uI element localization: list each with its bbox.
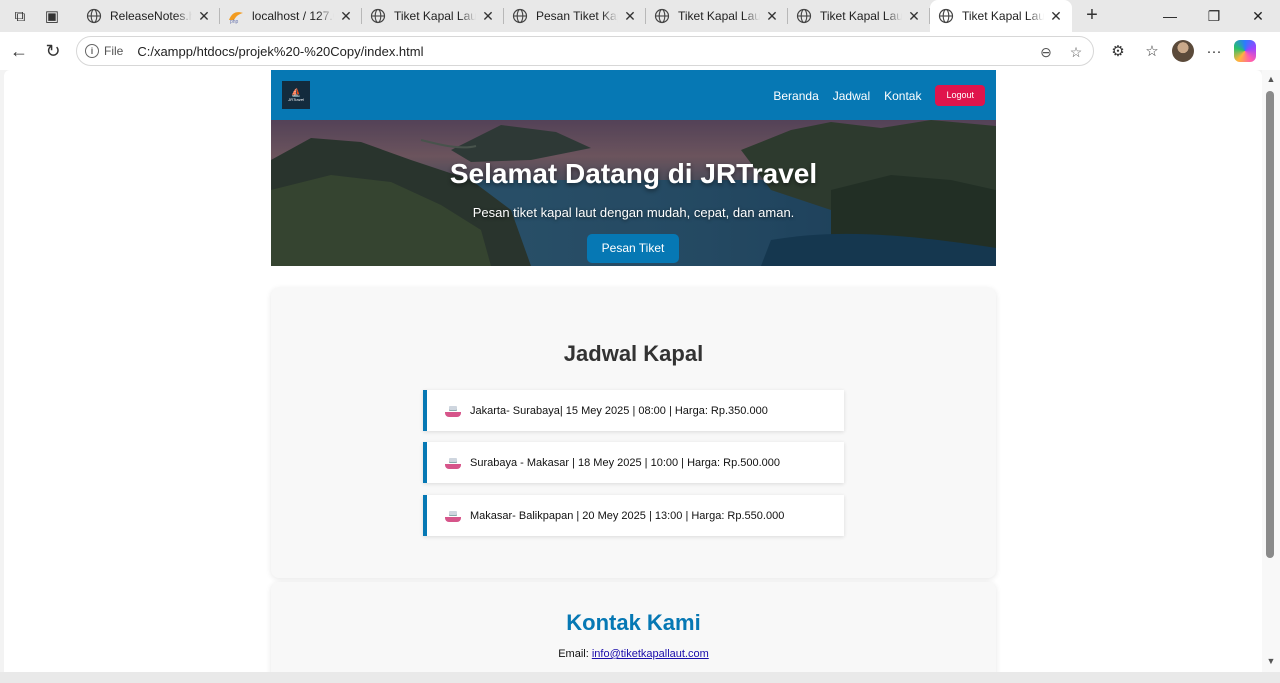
tab-title: Tiket Kapal Laut - xyxy=(678,9,760,23)
close-tab-icon[interactable]: ✕ xyxy=(906,8,922,25)
nav-link-schedule[interactable]: Jadwal xyxy=(833,89,870,103)
close-tab-icon[interactable]: ✕ xyxy=(622,8,638,25)
scroll-down-arrow-icon[interactable]: ▼ xyxy=(1265,656,1277,668)
globe-icon xyxy=(370,8,386,24)
copilot-icon[interactable] xyxy=(1234,40,1256,62)
ship-icon xyxy=(445,405,461,417)
tab-strip: ReleaseNotes.htm ✕ php localhost / 127.0… xyxy=(78,0,1072,32)
email-link[interactable]: info@tiketkapallaut.com xyxy=(592,648,709,660)
hero-subtitle: Pesan tiket kapal laut dengan mudah, cep… xyxy=(472,205,795,220)
contact-email-line: Email: info@tiketkapallaut.com xyxy=(271,648,996,660)
schedule-item: Jakarta- Surabaya| 15 Mey 2025 | 08:00 |… xyxy=(423,390,844,431)
globe-icon xyxy=(796,8,812,24)
workspaces-icon[interactable]: ⧉ xyxy=(6,4,34,28)
refresh-icon[interactable]: ↻ xyxy=(39,37,67,65)
restore-icon[interactable]: ❐ xyxy=(1192,0,1236,32)
browser-tab-active[interactable]: Tiket Kapal Laut - ✕ xyxy=(930,0,1072,32)
close-window-icon[interactable]: ✕ xyxy=(1236,0,1280,32)
schedule-item: Makasar- Balikpapan | 20 Mey 2025 | 13:0… xyxy=(423,495,844,536)
scheme-label: File xyxy=(104,44,124,58)
schedule-section: Jadwal Kapal Jakarta- Surabaya| 15 Mey 2… xyxy=(271,288,996,578)
nav-link-contact[interactable]: Kontak xyxy=(884,89,921,103)
tab-title: Pesan Tiket Kapal xyxy=(536,9,618,23)
url-text[interactable]: C:/xampp/htdocs/projek%20-%20Copy/index.… xyxy=(137,44,423,59)
scroll-up-arrow-icon[interactable]: ▲ xyxy=(1265,74,1277,86)
hero-title: Selamat Datang di JRTravel xyxy=(449,158,818,189)
browser-tab[interactable]: php localhost / 127.0. ✕ xyxy=(220,0,362,32)
close-tab-icon[interactable]: ✕ xyxy=(1048,8,1064,25)
page-viewport: ⛵ JRTravel Beranda Jadwal Kontak Logout xyxy=(4,70,1262,672)
schedule-item-text: Jakarta- Surabaya| 15 Mey 2025 | 08:00 |… xyxy=(470,404,768,417)
globe-icon xyxy=(938,8,954,24)
hero-banner: Selamat Datang di JRTravel Pesan tiket k… xyxy=(271,120,996,266)
info-icon: i xyxy=(85,44,99,58)
new-tab-button[interactable]: + xyxy=(1080,4,1104,28)
favorite-star-icon[interactable]: ☆ xyxy=(1065,41,1087,63)
minimize-icon[interactable]: — xyxy=(1148,0,1192,32)
close-tab-icon[interactable]: ✕ xyxy=(480,8,496,25)
close-tab-icon[interactable]: ✕ xyxy=(764,8,780,25)
browser-tab-bar: ⧉ ▣ ReleaseNotes.htm ✕ php localhost / 1… xyxy=(0,0,1280,32)
browser-tab[interactable]: Tiket Kapal Laut - ✕ xyxy=(646,0,788,32)
schedule-item-text: Makasar- Balikpapan | 20 Mey 2025 | 13:0… xyxy=(470,509,785,522)
close-tab-icon[interactable]: ✕ xyxy=(196,8,212,25)
svg-text:php: php xyxy=(230,19,239,24)
page-scrollbar[interactable]: ▲ ▼ xyxy=(1262,70,1280,672)
schedule-item-text: Surabaya - Makasar | 18 Mey 2025 | 10:00… xyxy=(470,456,781,469)
ship-icon xyxy=(445,457,461,469)
back-arrow-icon[interactable]: ← xyxy=(5,37,33,65)
address-bar[interactable]: i File C:/xampp/htdocs/projek%20-%20Copy… xyxy=(76,36,1094,66)
globe-icon xyxy=(654,8,670,24)
book-ticket-button[interactable]: Pesan Tiket xyxy=(587,234,679,263)
logo-text: JRTravel xyxy=(288,96,304,102)
tab-title: localhost / 127.0. xyxy=(252,9,334,23)
browser-toolbar: ← ↻ i File C:/xampp/htdocs/projek%20-%20… xyxy=(0,32,1280,70)
contact-section: Kontak Kami Email: info@tiketkapallaut.c… xyxy=(271,582,996,672)
email-label: Email: xyxy=(558,648,589,660)
more-menu-icon[interactable]: ··· xyxy=(1200,37,1228,65)
globe-icon xyxy=(86,8,102,24)
scrollbar-thumb[interactable] xyxy=(1266,91,1274,558)
globe-icon xyxy=(512,8,528,24)
browser-tab[interactable]: ReleaseNotes.htm ✕ xyxy=(78,0,220,32)
nav-link-home[interactable]: Beranda xyxy=(773,89,818,103)
logo-mark-icon: ⛵ xyxy=(291,87,301,97)
schedule-heading: Jadwal Kapal xyxy=(563,341,704,366)
tab-title: Tiket Kapal Laut - xyxy=(820,9,902,23)
phpmyadmin-icon: php xyxy=(229,12,243,24)
browser-tab[interactable]: Pesan Tiket Kapal ✕ xyxy=(504,0,646,32)
tab-title: Tiket Kapal Laut - xyxy=(962,9,1044,23)
site-container: ⛵ JRTravel Beranda Jadwal Kontak Logout xyxy=(271,70,996,672)
tab-title: ReleaseNotes.htm xyxy=(110,9,192,23)
tab-title: Tiket Kapal Laut - xyxy=(394,9,476,23)
contact-heading: Kontak Kami xyxy=(566,610,701,635)
main-nav: Beranda Jadwal Kontak Logout xyxy=(759,85,985,106)
favorites-icon[interactable]: ☆ xyxy=(1138,37,1166,65)
browser-tab[interactable]: Tiket Kapal Laut - ✕ xyxy=(362,0,504,32)
taskbar-strip xyxy=(0,672,1280,683)
ship-icon xyxy=(445,510,461,522)
tab-actions-icon[interactable]: ▣ xyxy=(38,4,66,28)
logout-button[interactable]: Logout xyxy=(935,85,985,106)
zoom-icon[interactable]: ⊖ xyxy=(1035,41,1057,63)
schedule-item: Surabaya - Makasar | 18 Mey 2025 | 10:00… xyxy=(423,442,844,483)
extensions-icon[interactable]: ⚙ xyxy=(1104,37,1132,65)
profile-avatar[interactable] xyxy=(1172,40,1194,62)
site-header: ⛵ JRTravel Beranda Jadwal Kontak Logout xyxy=(271,70,996,120)
close-tab-icon[interactable]: ✕ xyxy=(338,8,354,25)
site-logo[interactable]: ⛵ JRTravel xyxy=(282,81,310,109)
browser-tab[interactable]: Tiket Kapal Laut - ✕ xyxy=(788,0,930,32)
site-info-chip[interactable]: i File xyxy=(85,44,133,58)
